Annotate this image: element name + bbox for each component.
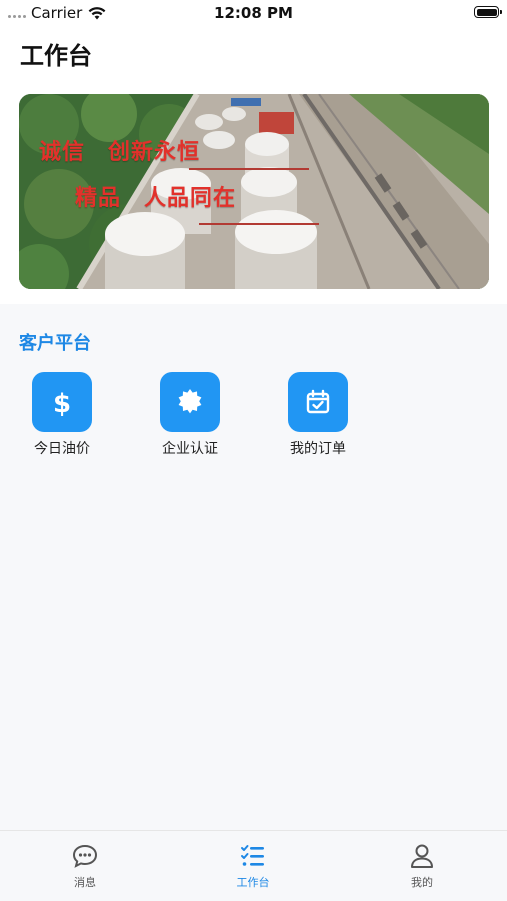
tile-label: 我的订单 [290, 441, 346, 457]
clock: 12:08 PM [214, 4, 293, 22]
tab-messages[interactable]: 消息 [45, 843, 125, 890]
person-icon [411, 844, 433, 868]
svg-text:$: $ [53, 389, 71, 417]
tile-label: 企业认证 [162, 441, 218, 457]
banner-section: 诚信 创新永恒 精品 人品同在 [0, 80, 507, 304]
tile-today-oil-price[interactable]: $ 今日油价 [17, 372, 107, 458]
tile-company-certification[interactable]: 企业认证 [145, 372, 235, 458]
battery-icon [474, 6, 502, 18]
tile-label: 今日油价 [34, 441, 90, 457]
page-title: 工作台 [20, 42, 92, 70]
tab-label: 消息 [74, 876, 96, 889]
tab-bar: 消息 工作台 我的 [0, 830, 507, 901]
banner-slogan-line2: 精品 人品同在 [75, 186, 237, 211]
tab-label: 工作台 [236, 876, 270, 889]
tab-workbench[interactable]: 工作台 [213, 843, 293, 890]
status-bar: Carrier 12:08 PM [0, 0, 507, 26]
nav-bar: 工作台 [0, 26, 507, 80]
customer-platform-section: 客户平台 $ 今日油价 企业认证 我的订单 [0, 306, 507, 830]
dollar-icon: $ [32, 372, 92, 432]
chat-bubble-icon [72, 844, 98, 868]
tab-mine[interactable]: 我的 [382, 843, 462, 890]
calendar-check-icon [288, 372, 348, 432]
tab-label: 我的 [411, 876, 433, 889]
banner-carousel[interactable]: 诚信 创新永恒 精品 人品同在 [19, 94, 489, 289]
banner-slogan-line1: 诚信 创新永恒 [39, 140, 201, 165]
tile-my-orders[interactable]: 我的订单 [273, 372, 363, 458]
checklist-icon [241, 845, 264, 866]
badge-icon [160, 372, 220, 432]
section-title: 客户平台 [19, 333, 91, 354]
